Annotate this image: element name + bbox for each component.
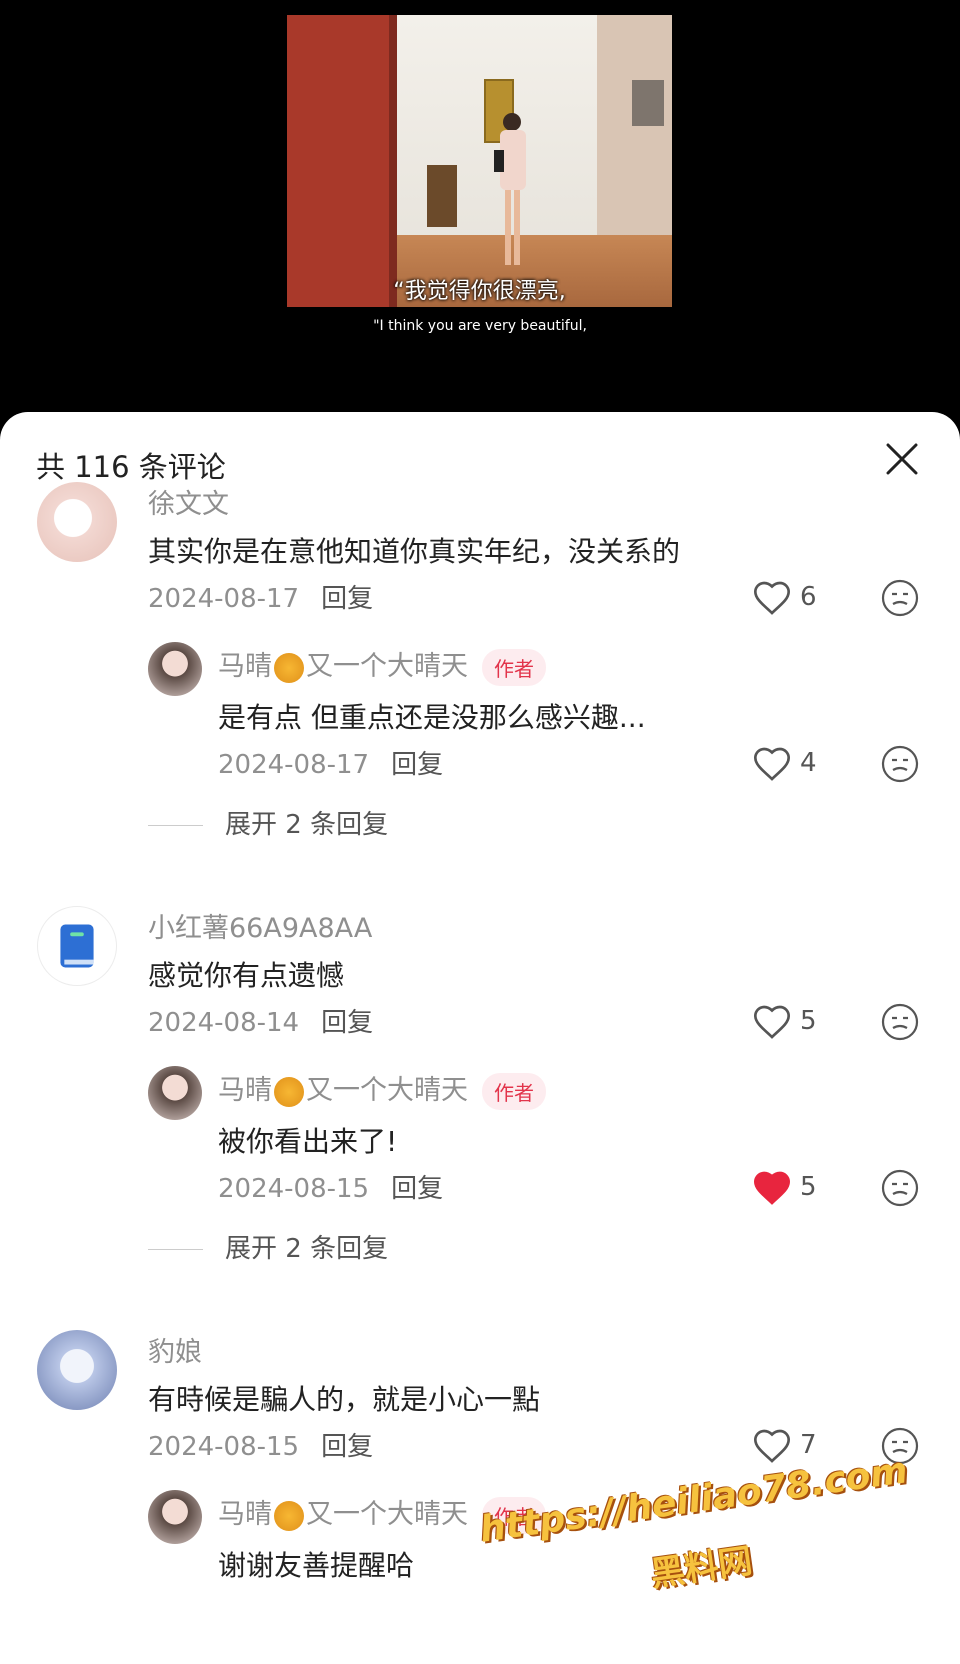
comment-meta: 2024-08-15 回复 xyxy=(148,1426,373,1463)
sun-emoji-icon xyxy=(274,652,304,683)
video-wall xyxy=(287,15,389,307)
comment-date: 2024-08-17 xyxy=(148,584,300,614)
sun-emoji-icon xyxy=(274,1500,304,1531)
reply-text: 被你看出来了! xyxy=(218,1125,398,1158)
like-count: 7 xyxy=(800,1430,817,1460)
reply-author-name-suffix: 又一个大晴天 xyxy=(306,651,468,682)
comment-count: 共 116 条评论 xyxy=(36,450,226,484)
avatar[interactable] xyxy=(37,1330,117,1410)
reply-author-name: 马晴 xyxy=(218,651,272,682)
reply-meta: 2024-08-17 回复 xyxy=(218,744,443,781)
subtitle-en: "I think you are very beautiful, xyxy=(373,318,587,334)
side-table xyxy=(427,165,457,227)
like-button[interactable]: 6 xyxy=(752,578,842,618)
avatar[interactable] xyxy=(37,906,117,986)
reply-avatar[interactable] xyxy=(148,642,202,696)
comment-author[interactable]: 豹娘 xyxy=(148,1330,202,1369)
emoji-icon[interactable] xyxy=(880,1168,920,1208)
author-badge: 作者 xyxy=(482,1073,546,1110)
expand-replies[interactable]: 展开 2 条回复 xyxy=(148,804,388,841)
reply-button[interactable]: 回复 xyxy=(391,750,443,780)
like-button[interactable]: 4 xyxy=(752,744,842,784)
reply-author[interactable]: 马晴 又一个大晴天 作者 xyxy=(218,644,546,686)
comment-date: 2024-08-14 xyxy=(148,1008,300,1038)
heart-icon xyxy=(753,1005,791,1039)
avatar[interactable] xyxy=(37,482,117,562)
reply-button[interactable]: 回复 xyxy=(321,584,373,614)
heart-icon xyxy=(753,747,791,781)
subtitle-cn: “我觉得你很漂亮, xyxy=(393,279,566,304)
wall-label xyxy=(632,80,664,126)
comment-date: 2024-08-15 xyxy=(148,1432,300,1462)
book-icon xyxy=(60,924,94,968)
reply-text: 是有点 但重点还是没那么感兴趣... xyxy=(218,701,646,734)
emoji-icon[interactable] xyxy=(880,744,920,784)
emoji-icon[interactable] xyxy=(880,1002,920,1042)
emoji-icon[interactable] xyxy=(880,578,920,618)
reply-button[interactable]: 回复 xyxy=(391,1174,443,1204)
video-wall-edge xyxy=(389,15,397,307)
reply-button[interactable]: 回复 xyxy=(321,1008,373,1038)
heart-icon xyxy=(753,1429,791,1463)
heart-filled-icon xyxy=(753,1171,791,1205)
reply-text: 谢谢友善提醒哈 xyxy=(218,1549,415,1582)
expand-line xyxy=(148,1249,203,1250)
back-icon[interactable] xyxy=(28,0,68,12)
reply-author-name: 马晴 xyxy=(218,1499,272,1530)
reply-author[interactable]: 马晴 又一个大晴天 作者 xyxy=(218,1068,546,1110)
comment-meta: 2024-08-17 回复 xyxy=(148,578,373,615)
expand-label: 展开 2 条回复 xyxy=(225,810,389,840)
reply-author-name-suffix: 又一个大晴天 xyxy=(306,1075,468,1106)
comment-text: 感觉你有点遗憾 xyxy=(148,959,345,992)
expand-replies[interactable]: 展开 2 条回复 xyxy=(148,1228,388,1265)
comment-text: 其实你是在意他知道你真实年纪，没关系的 xyxy=(148,535,681,568)
like-button[interactable]: 5 xyxy=(752,1168,842,1208)
like-count: 5 xyxy=(800,1006,817,1036)
author-badge: 作者 xyxy=(482,649,546,686)
reply-author-name: 马晴 xyxy=(218,1075,272,1106)
like-count: 4 xyxy=(800,748,817,778)
like-count: 6 xyxy=(800,582,817,612)
expand-label: 展开 2 条回复 xyxy=(225,1234,389,1264)
video-frame[interactable]: “我觉得你很漂亮, xyxy=(287,15,672,307)
comment-meta: 2024-08-14 回复 xyxy=(148,1002,373,1039)
comment-author[interactable]: 徐文文 xyxy=(148,482,229,521)
like-button[interactable]: 5 xyxy=(752,1002,842,1042)
reply-author-name-suffix: 又一个大晴天 xyxy=(306,1499,468,1530)
reply-date: 2024-08-15 xyxy=(218,1174,370,1204)
sun-emoji-icon xyxy=(274,1076,304,1107)
reply-button[interactable]: 回复 xyxy=(321,1432,373,1462)
close-icon[interactable] xyxy=(885,442,919,476)
comment-text: 有時候是騙人的，就是小心一點 xyxy=(148,1383,541,1416)
person-figure xyxy=(494,113,526,265)
reply-avatar[interactable] xyxy=(148,1066,202,1120)
reply-meta: 2024-08-15 回复 xyxy=(218,1168,443,1205)
heart-icon xyxy=(753,581,791,615)
expand-line xyxy=(148,825,203,826)
comment-author[interactable]: 小红薯66A9A8AA xyxy=(148,906,372,945)
reply-date: 2024-08-17 xyxy=(218,750,370,780)
video-area[interactable]: “我觉得你很漂亮, "I think you are very beautifu… xyxy=(0,0,960,420)
reply-avatar[interactable] xyxy=(148,1490,202,1544)
like-count: 5 xyxy=(800,1172,817,1202)
